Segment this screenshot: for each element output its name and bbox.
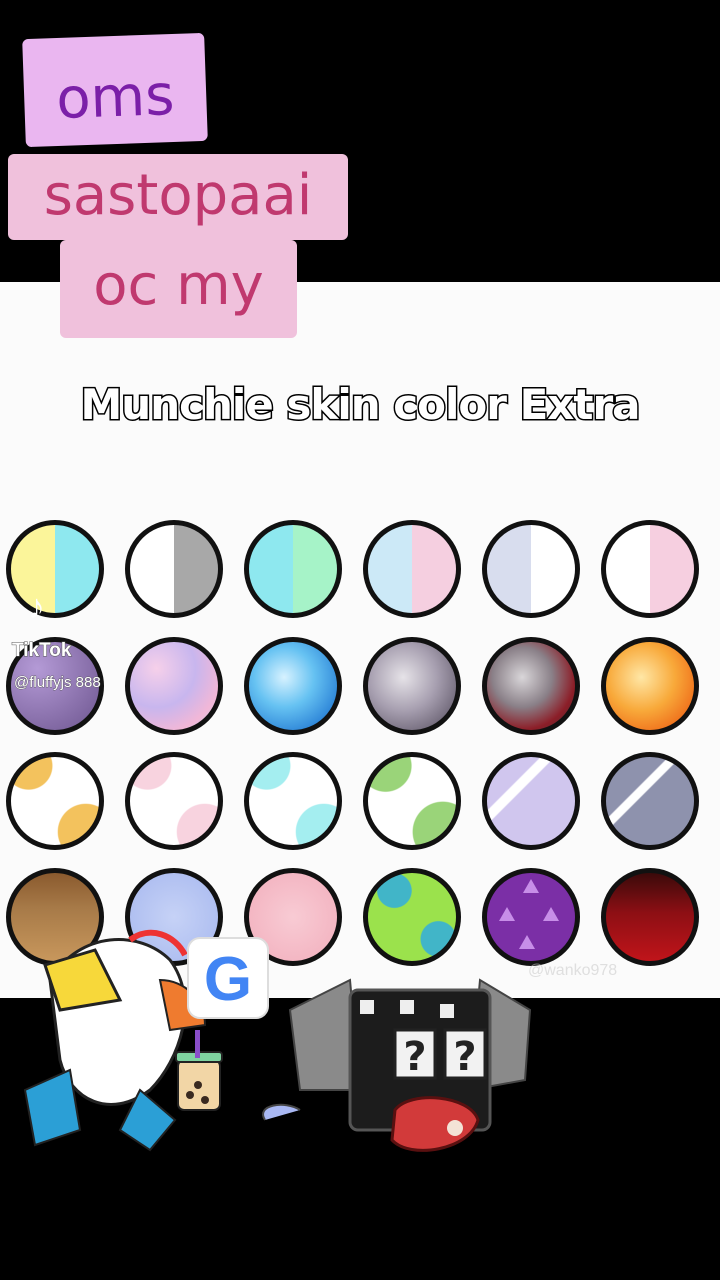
- swatch-lavender-white[interactable]: [482, 520, 580, 618]
- swatch-pink-spots[interactable]: [125, 752, 223, 850]
- google-g-icon: G: [187, 937, 269, 1019]
- swatch-gray-clouds[interactable]: [363, 637, 461, 735]
- text-overlay-tag-1: oms: [22, 32, 208, 148]
- swatch-cyan-mint[interactable]: [244, 520, 342, 618]
- swatch-green-spots[interactable]: [363, 752, 461, 850]
- swatch-lavender-streaks[interactable]: [482, 752, 580, 850]
- swatch-pastel-clouds[interactable]: [125, 637, 223, 735]
- text-overlay-tag-2: sastopaai: [8, 154, 348, 240]
- swatch-blue-clouds[interactable]: [244, 637, 342, 735]
- tiktok-logo-icon: ♪: [28, 588, 45, 626]
- svg-text:?: ?: [403, 1034, 426, 1080]
- text-overlay-tag-3: oc my: [60, 240, 297, 338]
- tiktok-handle: @fluffyjs 888: [14, 674, 101, 692]
- mascot-stickers: G ? ?: [23, 929, 532, 1152]
- swatch-cyan-spots[interactable]: [244, 752, 342, 850]
- swatch-white-pink[interactable]: [601, 520, 699, 618]
- swatch-red-gray-clouds[interactable]: [482, 637, 580, 735]
- cube-mascot-icon: ? ?: [262, 978, 532, 1152]
- swatch-lightblue-pink[interactable]: [363, 520, 461, 618]
- svg-text:G: G: [204, 945, 252, 1014]
- swatch-slate-streaks[interactable]: [601, 752, 699, 850]
- swatch-yellow-cyan[interactable]: [6, 520, 104, 618]
- swatch-orange-fire[interactable]: [601, 637, 699, 735]
- video-caption: Munchie skin color Extra: [79, 379, 642, 431]
- swatch-white-gray[interactable]: [125, 520, 223, 618]
- swatch-yellow-spots[interactable]: [6, 752, 104, 850]
- svg-text:?: ?: [453, 1034, 476, 1080]
- tiktok-brand-label: TikTok: [11, 640, 72, 662]
